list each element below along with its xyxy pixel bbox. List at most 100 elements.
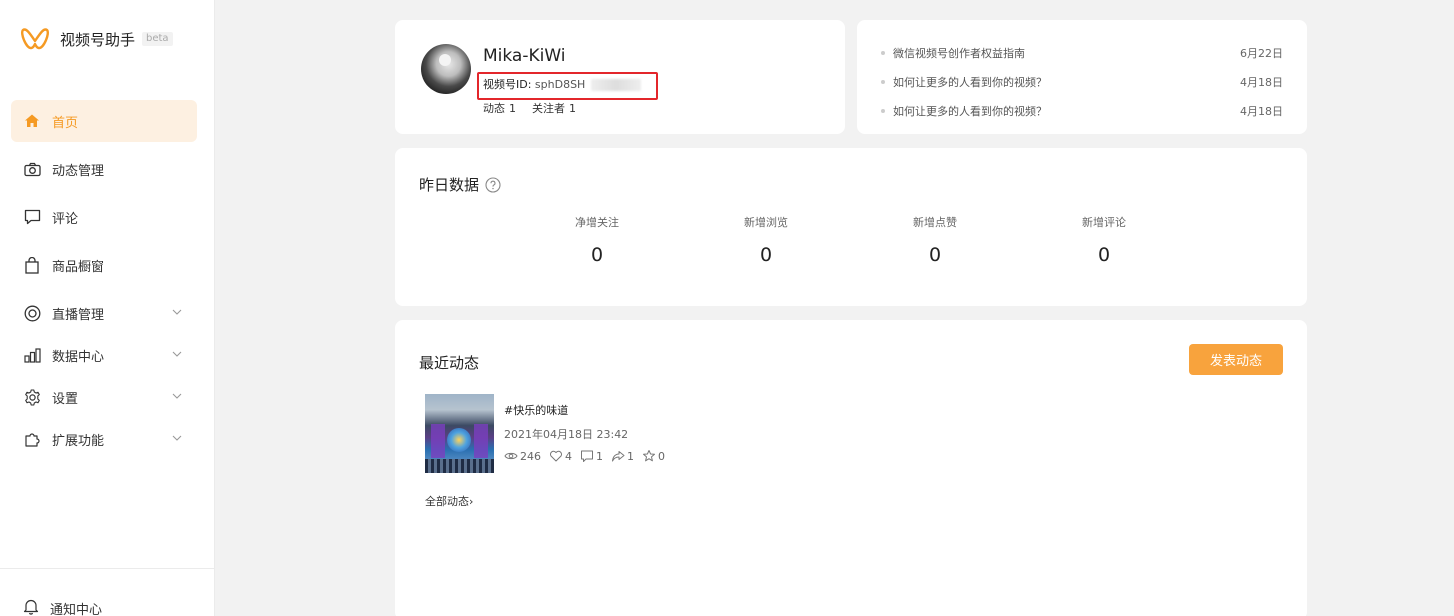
all-posts-label: 全部动态 bbox=[425, 495, 469, 508]
news-date: 4月18日 bbox=[1240, 76, 1283, 89]
sidebar-item-label: 首页 bbox=[52, 115, 79, 131]
followers-count: 1 bbox=[569, 102, 576, 115]
thumb-stage-screen bbox=[447, 428, 471, 452]
help-icon[interactable] bbox=[485, 176, 501, 193]
avatar[interactable] bbox=[421, 44, 471, 94]
bullet-dot bbox=[881, 109, 885, 113]
sidebar-item-label: 动态管理 bbox=[52, 163, 105, 179]
star-icon bbox=[643, 450, 655, 462]
profile-stats: 动态 1 关注者 1 bbox=[483, 100, 580, 116]
recent-posts-card: 最近动态 发表动态 #快乐的味道 2021年04月18日 23:42 246 4… bbox=[395, 320, 1307, 616]
sidebar-item-label: 数据中心 bbox=[52, 349, 105, 365]
news-date: 6月22日 bbox=[1240, 47, 1283, 60]
likes-count: 4 bbox=[565, 449, 572, 463]
post-item[interactable]: #快乐的味道 2021年04月18日 23:42 246 4 1 1 0 bbox=[425, 394, 925, 474]
channels-logo-icon bbox=[21, 28, 49, 50]
thumb-stage-right bbox=[474, 424, 488, 458]
metric-label: 净增关注 bbox=[575, 216, 619, 229]
bullet-dot bbox=[881, 51, 885, 55]
metric-new-comments: 新增评论 0 bbox=[1044, 214, 1164, 266]
profile-card: Mika-KiWi 视频号ID: sphD8SH 动态 1 关注者 1 bbox=[395, 20, 845, 134]
bar-chart-icon bbox=[23, 346, 41, 364]
comments-stat: 1 bbox=[580, 449, 603, 463]
brand-name: 视频号助手 bbox=[60, 30, 136, 49]
news-title[interactable]: 微信视频号创作者权益指南 bbox=[893, 45, 1240, 61]
post-title[interactable]: #快乐的味道 bbox=[504, 402, 568, 418]
sidebar-item-label: 评论 bbox=[52, 211, 79, 227]
posts-label: 动态 bbox=[483, 102, 505, 115]
post-thumbnail[interactable] bbox=[425, 394, 494, 473]
all-posts-link[interactable]: 全部动态› bbox=[425, 493, 473, 509]
metric-value: 0 bbox=[590, 244, 604, 266]
comments-count: 1 bbox=[596, 449, 603, 463]
camera-icon bbox=[23, 160, 41, 178]
news-title[interactable]: 如何让更多的人看到你的视频？ bbox=[893, 74, 1240, 90]
sidebar-item-data[interactable]: 数据中心 bbox=[11, 334, 197, 376]
yesterday-data-card: 昨日数据 净增关注 0 新增浏览 0 新增点赞 0 新增评论 0 bbox=[395, 148, 1307, 306]
live-icon bbox=[23, 304, 41, 322]
brand[interactable]: 视频号助手 beta bbox=[20, 24, 173, 54]
sidebar-item-comments[interactable]: 评论 bbox=[11, 196, 197, 238]
sidebar-divider bbox=[0, 568, 214, 569]
chevron-down-icon bbox=[172, 435, 182, 441]
yesterday-title: 昨日数据 bbox=[419, 174, 501, 195]
post-stats: 246 4 1 1 0 bbox=[504, 449, 673, 463]
views-count: 246 bbox=[520, 449, 541, 463]
favorites-stat: 0 bbox=[642, 449, 665, 463]
recent-title: 最近动态 bbox=[419, 354, 480, 372]
sidebar: 视频号助手 beta 首页 动态管理 评论 商品橱窗 直播管理 数据中心 设置 … bbox=[0, 0, 215, 616]
metric-label: 新增点赞 bbox=[913, 216, 957, 229]
sidebar-item-settings[interactable]: 设置 bbox=[11, 376, 197, 418]
news-card: 微信视频号创作者权益指南 6月22日 如何让更多的人看到你的视频？ 4月18日 … bbox=[857, 20, 1307, 134]
sidebar-item-live[interactable]: 直播管理 bbox=[11, 292, 197, 334]
posts-count: 1 bbox=[509, 102, 516, 115]
views-stat: 246 bbox=[504, 449, 541, 463]
sidebar-item-posts[interactable]: 动态管理 bbox=[11, 148, 197, 190]
beta-badge: beta bbox=[142, 32, 173, 46]
news-item[interactable]: 微信视频号创作者权益指南 6月22日 bbox=[881, 45, 1283, 61]
shopping-bag-icon bbox=[23, 256, 41, 274]
chevron-down-icon bbox=[172, 351, 182, 357]
sidebar-item-home[interactable]: 首页 bbox=[11, 100, 197, 142]
comment-icon bbox=[23, 208, 41, 226]
sidebar-item-showcase[interactable]: 商品橱窗 bbox=[11, 244, 197, 286]
notify-label: 通知中心 bbox=[50, 603, 103, 616]
sidebar-item-extensions[interactable]: 扩展功能 bbox=[11, 418, 197, 460]
sidebar-item-label: 设置 bbox=[52, 391, 79, 407]
news-item[interactable]: 如何让更多的人看到你的视频？ 4月18日 bbox=[881, 74, 1283, 90]
bell-icon bbox=[23, 598, 39, 616]
metric-value: 0 bbox=[928, 244, 942, 266]
metric-net-followers: 净增关注 0 bbox=[537, 214, 657, 266]
metric-new-likes: 新增点赞 0 bbox=[875, 214, 995, 266]
home-icon bbox=[23, 112, 41, 130]
annotation-highlight-box bbox=[477, 72, 658, 100]
profile-name: Mika-KiWi bbox=[483, 46, 566, 66]
chevron-down-icon bbox=[172, 309, 182, 315]
post-time: 2021年04月18日 23:42 bbox=[504, 428, 629, 441]
metric-label: 新增评论 bbox=[1082, 216, 1126, 229]
sidebar-item-label: 扩展功能 bbox=[52, 433, 105, 449]
likes-stat: 4 bbox=[549, 449, 572, 463]
thumb-stage-left bbox=[431, 424, 445, 458]
chevron-down-icon bbox=[172, 393, 182, 399]
publish-post-button[interactable]: 发表动态 bbox=[1189, 344, 1283, 375]
chevron-right-icon: › bbox=[469, 495, 474, 508]
bullet-dot bbox=[881, 80, 885, 84]
sidebar-item-notifications[interactable]: 通知中心 bbox=[23, 598, 102, 616]
metric-label: 新增浏览 bbox=[744, 216, 788, 229]
puzzle-icon bbox=[23, 430, 41, 448]
news-date: 4月18日 bbox=[1240, 105, 1283, 118]
comment-icon bbox=[581, 450, 593, 462]
metric-value: 0 bbox=[1097, 244, 1111, 266]
heart-icon bbox=[550, 450, 562, 462]
metric-new-views: 新增浏览 0 bbox=[706, 214, 826, 266]
metric-value: 0 bbox=[759, 244, 773, 266]
shares-count: 1 bbox=[627, 449, 634, 463]
sidebar-item-label: 直播管理 bbox=[52, 307, 105, 323]
followers-label: 关注者 bbox=[532, 102, 565, 115]
news-item[interactable]: 如何让更多的人看到你的视频？ 4月18日 bbox=[881, 103, 1283, 119]
news-title[interactable]: 如何让更多的人看到你的视频？ bbox=[893, 103, 1240, 119]
sidebar-item-label: 商品橱窗 bbox=[52, 259, 105, 275]
gear-icon bbox=[23, 388, 41, 406]
shares-stat: 1 bbox=[611, 449, 634, 463]
